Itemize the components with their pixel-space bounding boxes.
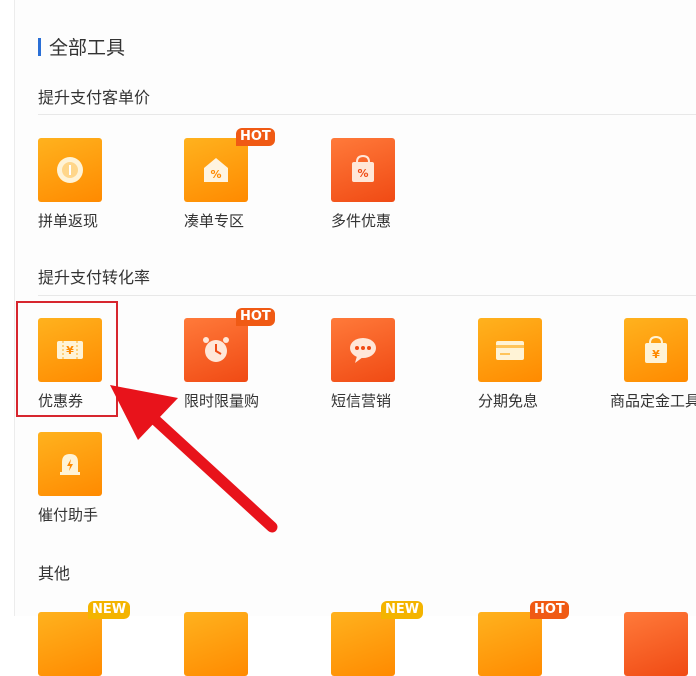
section-title-other: 其他 [38, 564, 71, 583]
tool-tile [624, 612, 688, 676]
tool-other-5[interactable] [624, 612, 696, 676]
hot-badge: HOT [530, 601, 569, 619]
tool-other-4[interactable]: HOT [478, 601, 588, 676]
tool-other-1[interactable]: NEW [38, 601, 148, 676]
tool-tile [184, 612, 248, 676]
tool-other-3[interactable]: NEW [331, 601, 441, 676]
new-badge: NEW [88, 601, 131, 619]
tool-other-2[interactable] [184, 612, 294, 676]
tool-tile [478, 612, 542, 676]
new-badge: NEW [381, 601, 424, 619]
tool-tile [38, 612, 102, 676]
pointer-arrow-icon [110, 385, 278, 533]
tool-tile [331, 612, 395, 676]
